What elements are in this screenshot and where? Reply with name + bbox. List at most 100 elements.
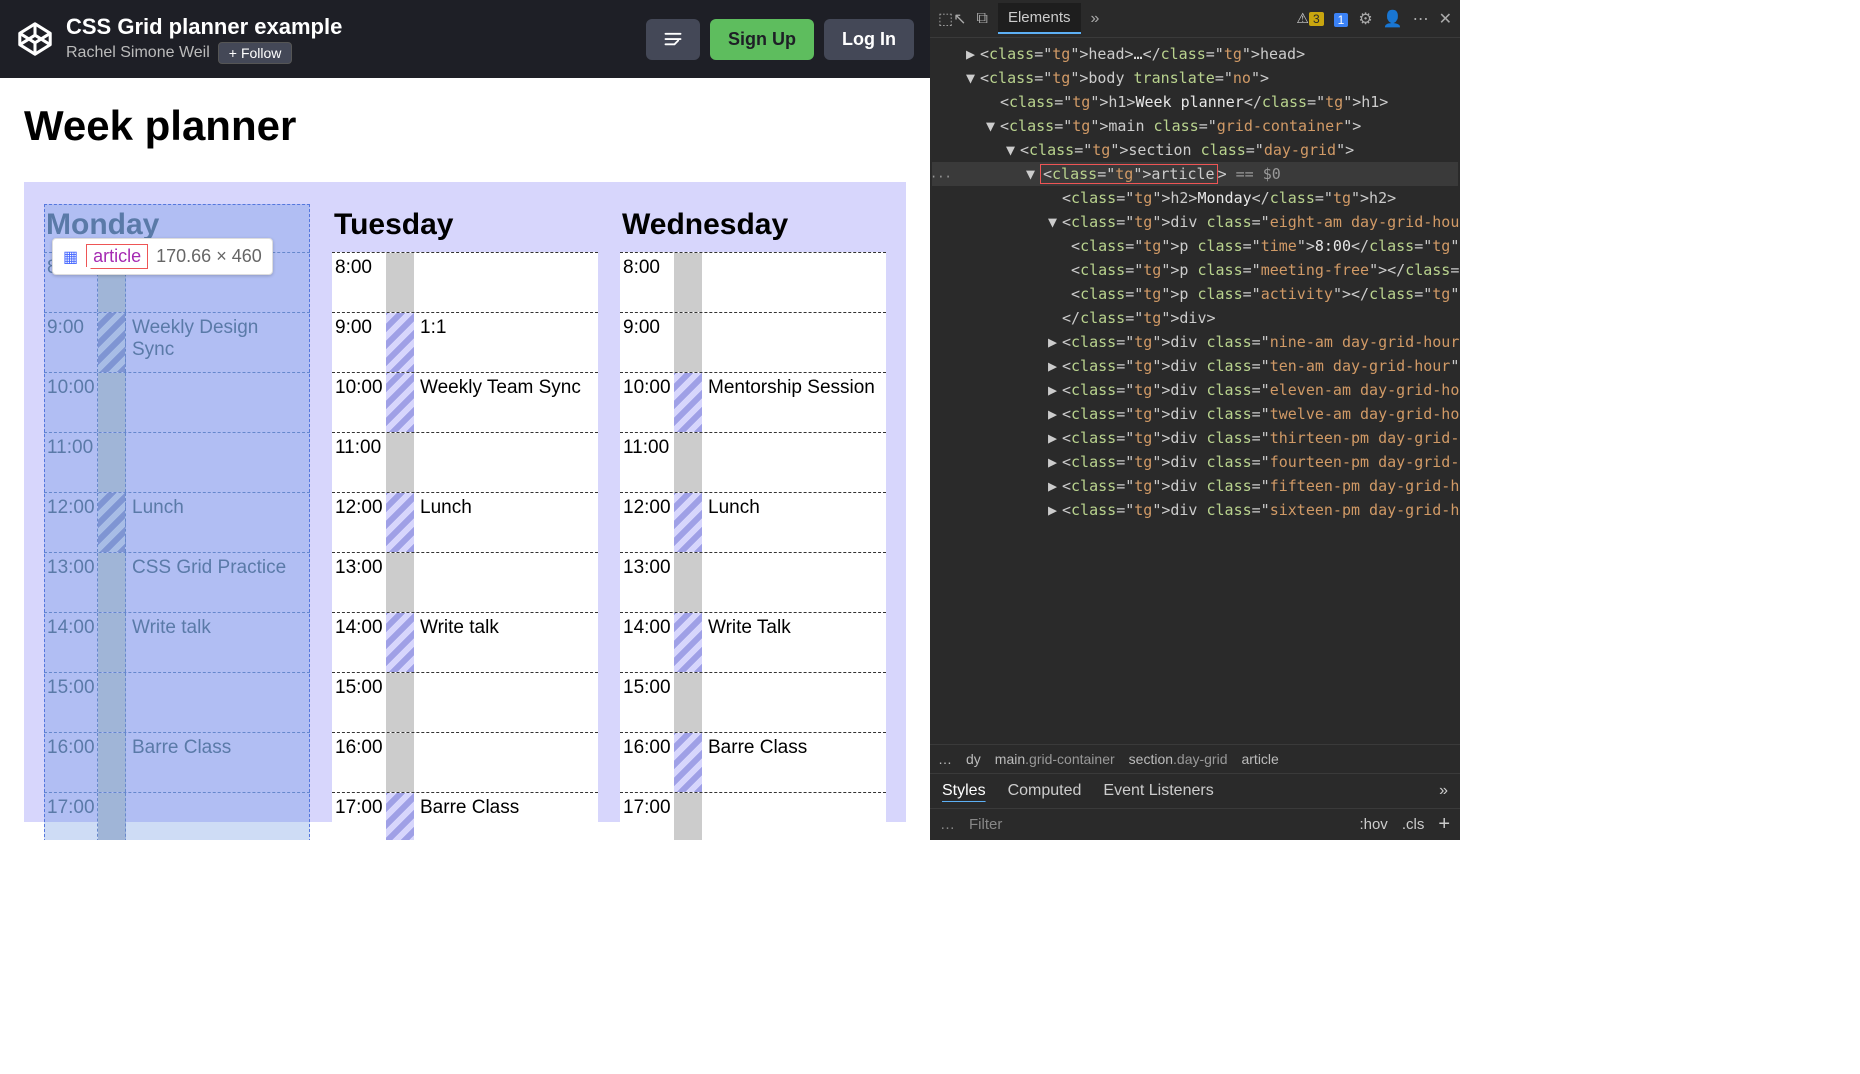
dom-node[interactable]: <class="tg">p class="time">8:00</class="… [932, 234, 1458, 258]
breadcrumbs[interactable]: … dy main.grid-container section.day-grid ar… [930, 744, 1460, 773]
activity-label [702, 553, 886, 612]
more-tabs-icon[interactable]: » [1439, 782, 1448, 800]
hour-row: 13:00 [620, 552, 886, 612]
busy-indicator [674, 613, 702, 672]
dom-node[interactable]: ▶<class="tg">div class="fifteen-pm day-g… [932, 474, 1458, 498]
hour-time: 8:00 [332, 253, 386, 312]
hour-row: 10:00Weekly Team Sync [332, 372, 598, 432]
busy-indicator [386, 553, 414, 612]
busy-indicator [98, 793, 126, 840]
dom-node[interactable]: ▶<class="tg">div class="sixteen-pm day-g… [932, 498, 1458, 522]
busy-indicator [98, 373, 126, 432]
hour-row: 9:00Weekly Design Sync [44, 312, 310, 372]
rendered-output: Week planner ▦ article 170.66 × 460 Mond… [0, 78, 930, 840]
activity-label: Lunch [414, 493, 598, 552]
hour-row: 8:00 [332, 252, 598, 312]
activity-label: Write talk [126, 613, 310, 672]
dom-node[interactable]: ▼<class="tg">div class="eight-am day-gri… [932, 210, 1458, 234]
busy-indicator [386, 373, 414, 432]
more-tabs-icon[interactable]: » [1091, 10, 1100, 28]
tooltip-dimensions: 170.66 × 460 [156, 246, 262, 267]
hour-time: 16:00 [44, 733, 98, 792]
breadcrumb-item[interactable]: article [1241, 751, 1278, 767]
inspect-element-icon[interactable]: ⬚↖ [938, 9, 967, 29]
styles-tab[interactable]: Event Listeners [1103, 782, 1213, 800]
activity-label [702, 793, 886, 840]
dom-node[interactable]: ▶<class="tg">div class="thirteen-pm day-… [932, 426, 1458, 450]
hour-time: 13:00 [620, 553, 674, 612]
dom-tree[interactable]: ▶<class="tg">head>…</class="tg">head>▼<c… [930, 38, 1460, 744]
hov-toggle[interactable]: :hov [1359, 816, 1387, 833]
hour-time: 10:00 [332, 373, 386, 432]
dom-node[interactable]: ▶<class="tg">head>…</class="tg">head> [932, 42, 1458, 66]
styles-tab[interactable]: Computed [1008, 782, 1082, 800]
dom-node[interactable]: ▼<class="tg">section class="day-grid"> [932, 138, 1458, 162]
breadcrumb-item[interactable]: … [938, 751, 952, 767]
dom-node[interactable]: ▶<class="tg">div class="twelve-am day-gr… [932, 402, 1458, 426]
warning-badge[interactable]: ⚠3 [1296, 10, 1323, 27]
styles-tab[interactable]: Styles [942, 782, 986, 800]
hour-time: 15:00 [620, 673, 674, 732]
busy-indicator [674, 373, 702, 432]
busy-indicator [98, 553, 126, 612]
dom-node[interactable]: <class="tg">p class="meeting-free"></cla… [932, 258, 1458, 282]
dom-node[interactable]: <class="tg">p class="activity"></class="… [932, 282, 1458, 306]
activity-label: Write Talk [702, 613, 886, 672]
login-button[interactable]: Log In [824, 19, 914, 60]
codepen-header: CSS Grid planner example Rachel Simone W… [0, 0, 930, 78]
cls-toggle[interactable]: .cls [1402, 816, 1425, 833]
busy-indicator [98, 733, 126, 792]
hour-time: 12:00 [44, 493, 98, 552]
hour-time: 13:00 [44, 553, 98, 612]
hour-time: 9:00 [44, 313, 98, 372]
info-badge[interactable]: 1 [1334, 11, 1349, 27]
hour-time: 10:00 [44, 373, 98, 432]
activity-label [414, 253, 598, 312]
more-icon[interactable]: ⋯ [1413, 9, 1429, 29]
dom-node[interactable]: <class="tg">h2>Monday</class="tg">h2> [932, 186, 1458, 210]
hour-row: 14:00Write talk [332, 612, 598, 672]
busy-indicator [98, 313, 126, 372]
activity-label [126, 793, 310, 840]
dom-node[interactable]: <class="tg">h1>Week planner</class="tg">… [932, 90, 1458, 114]
dom-node[interactable]: ▶<class="tg">div class="nine-am day-grid… [932, 330, 1458, 354]
hour-time: 12:00 [620, 493, 674, 552]
busy-indicator [98, 613, 126, 672]
change-view-button[interactable] [646, 19, 700, 60]
breadcrumb-item[interactable]: section.day-grid [1129, 751, 1228, 767]
pen-title[interactable]: CSS Grid planner example [66, 14, 634, 40]
hour-row: 10:00 [44, 372, 310, 432]
breadcrumb-item[interactable]: main.grid-container [995, 751, 1115, 767]
dom-node[interactable]: </class="tg">div> [932, 306, 1458, 330]
dom-node[interactable]: ▶<class="tg">div class="eleven-am day-gr… [932, 378, 1458, 402]
devtools: ⬚↖ ⧉ Elements » ⚠3 1 ⚙ 👤 ⋯ ✕ ▶<class="tg… [930, 0, 1460, 840]
follow-button[interactable]: + Follow [218, 42, 293, 64]
busy-indicator [674, 253, 702, 312]
busy-indicator [674, 493, 702, 552]
dom-node[interactable]: ▼<class="tg">article> == $0 [932, 162, 1458, 186]
hour-time: 17:00 [44, 793, 98, 840]
dom-node[interactable]: ▶<class="tg">div class="fourteen-pm day-… [932, 450, 1458, 474]
device-toolbar-icon[interactable]: ⧉ [977, 10, 988, 28]
gear-icon[interactable]: ⚙ [1358, 9, 1372, 29]
activity-label: Mentorship Session [702, 373, 886, 432]
filter-input[interactable]: Filter [969, 816, 1002, 833]
busy-indicator [674, 733, 702, 792]
account-icon[interactable]: 👤 [1383, 9, 1403, 29]
new-style-rule-icon[interactable]: + [1438, 813, 1450, 836]
dom-node[interactable]: ▼<class="tg">body translate="no"> [932, 66, 1458, 90]
tab-elements[interactable]: Elements [998, 3, 1081, 34]
busy-indicator [386, 313, 414, 372]
activity-label: Lunch [702, 493, 886, 552]
filter-menu-icon[interactable]: … [940, 816, 955, 833]
close-icon[interactable]: ✕ [1439, 9, 1452, 29]
dom-node[interactable]: ▶<class="tg">div class="ten-am day-grid-… [932, 354, 1458, 378]
activity-label: Barre Class [702, 733, 886, 792]
signup-button[interactable]: Sign Up [710, 19, 814, 60]
activity-label [702, 253, 886, 312]
hour-row: 11:00 [620, 432, 886, 492]
breadcrumb-item[interactable]: dy [966, 751, 981, 767]
dom-node[interactable]: ▼<class="tg">main class="grid-container"… [932, 114, 1458, 138]
author-name[interactable]: Rachel Simone Weil [66, 44, 210, 62]
tooltip-tag: article [86, 244, 148, 269]
